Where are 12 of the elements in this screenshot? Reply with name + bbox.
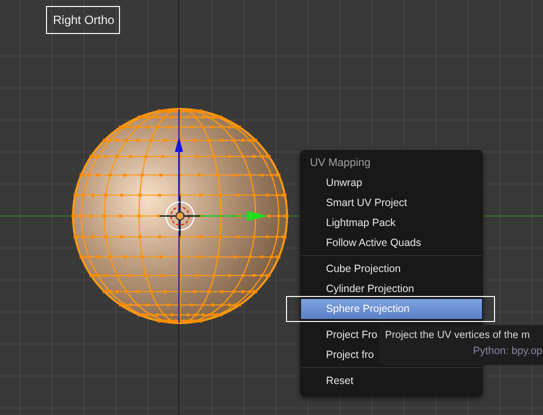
tooltip-python: Python: bpy.op: [473, 345, 542, 357]
menu-item[interactable]: Follow Active Quads: [301, 233, 482, 253]
view-label: Right Ortho: [46, 6, 120, 34]
menu-item[interactable]: Lightmap Pack: [301, 213, 482, 233]
menu-item[interactable]: Cylinder Projection: [301, 279, 482, 299]
menu-item[interactable]: Unwrap: [301, 173, 482, 193]
menu-item[interactable]: Smart UV Project: [301, 193, 482, 213]
menu-title: UV Mapping: [309, 156, 372, 171]
menu-item[interactable]: Cube Projection: [301, 259, 482, 279]
transform-gizmo-icon[interactable]: [160, 136, 268, 236]
menu-item[interactable]: Reset: [301, 371, 482, 391]
tooltip-description: Project the UV vertices of the m: [385, 330, 530, 341]
